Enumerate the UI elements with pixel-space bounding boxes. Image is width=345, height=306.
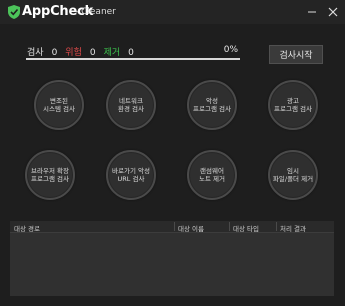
removed-count: 0 [128, 48, 134, 58]
column-result[interactable]: 처리 결과 [280, 223, 306, 233]
column-divider [229, 222, 230, 231]
progress-bar-fill [26, 58, 240, 60]
remove-ransom-note-button[interactable]: 랜섬웨어 노트 제거 [187, 150, 237, 200]
progress-percent: 0% [223, 45, 238, 55]
column-target-name[interactable]: 대상 이름 [178, 223, 204, 233]
scan-stats: 검사 0 위험 0 제거 0 [27, 45, 142, 58]
risk-label: 위험 [65, 48, 82, 58]
scan-modified-system-button[interactable]: 변조된 시스템 검사 [34, 80, 84, 130]
appcheck-logo-icon [8, 5, 20, 19]
scan-shortcut-url-button[interactable]: 바로가기 악성 URL 검사 [106, 150, 156, 200]
minimize-button[interactable] [305, 5, 319, 19]
result-table-header: 대상 경로 대상 이름 대상 타입 처리 결과 [10, 221, 334, 233]
scan-count: 0 [51, 48, 58, 58]
column-divider [174, 222, 175, 231]
scan-malware-button[interactable]: 악성 프로그램 검사 [187, 80, 237, 130]
scan-browser-extension-button[interactable]: 브라우저 확장 프로그램 검사 [25, 150, 75, 200]
column-divider [276, 222, 277, 231]
start-scan-button[interactable]: 검사시작 [269, 45, 323, 64]
scan-network-button[interactable]: 네트워크 환경 검사 [106, 80, 156, 130]
scan-label: 검사 [27, 48, 44, 58]
remove-temp-files-button[interactable]: 임시 파일/폴더 제거 [268, 150, 318, 200]
scan-adware-button[interactable]: 광고 프로그램 검사 [268, 80, 318, 130]
title-bar: AppCheck - Cleaner [0, 0, 345, 24]
risk-count: 0 [89, 48, 96, 58]
column-target-type[interactable]: 대상 타입 [233, 223, 259, 233]
removed-label: 제거 [103, 48, 121, 58]
progress-bar [26, 58, 240, 60]
close-button[interactable] [326, 5, 340, 19]
column-target-path[interactable]: 대상 경로 [14, 223, 40, 233]
result-table: 대상 경로 대상 이름 대상 타입 처리 결과 [10, 221, 334, 296]
app-subtitle: - Cleaner [75, 7, 116, 17]
